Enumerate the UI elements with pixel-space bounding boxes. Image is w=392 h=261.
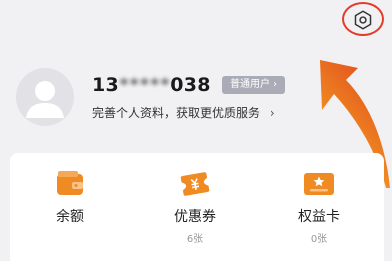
complete-profile-text: 完善个人资料，获取更优质服务 [92, 106, 261, 120]
coupon-icon [180, 172, 210, 196]
wallet-icon [57, 171, 83, 195]
phone-suffix: 038 [170, 74, 211, 96]
phone-prefix: 13 [92, 74, 120, 96]
benefit-card-item[interactable]: 权益卡 0张 [274, 170, 364, 245]
chevron-right-icon: › [269, 106, 275, 120]
user-silhouette-icon [26, 81, 64, 118]
coupon-label: 优惠券 [174, 209, 216, 225]
coupon-item[interactable]: 优惠券 6张 [150, 170, 240, 245]
balance-label: 余额 [56, 209, 84, 225]
complete-profile-link[interactable]: 完善个人资料，获取更优质服务 › [92, 104, 275, 121]
phone-masked: ***** [119, 74, 171, 96]
benefit-card-label: 权益卡 [298, 209, 340, 225]
gear-icon [354, 10, 372, 30]
membership-card-icon [304, 173, 334, 195]
balance-item[interactable]: 余额 [25, 170, 115, 230]
benefit-card-count: 0张 [310, 234, 328, 245]
member-level-badge[interactable]: 普通用户 › [222, 76, 286, 94]
avatar[interactable] [16, 68, 74, 126]
phone-number: 13*****038 [92, 74, 211, 96]
coupon-count: 6张 [186, 234, 204, 245]
